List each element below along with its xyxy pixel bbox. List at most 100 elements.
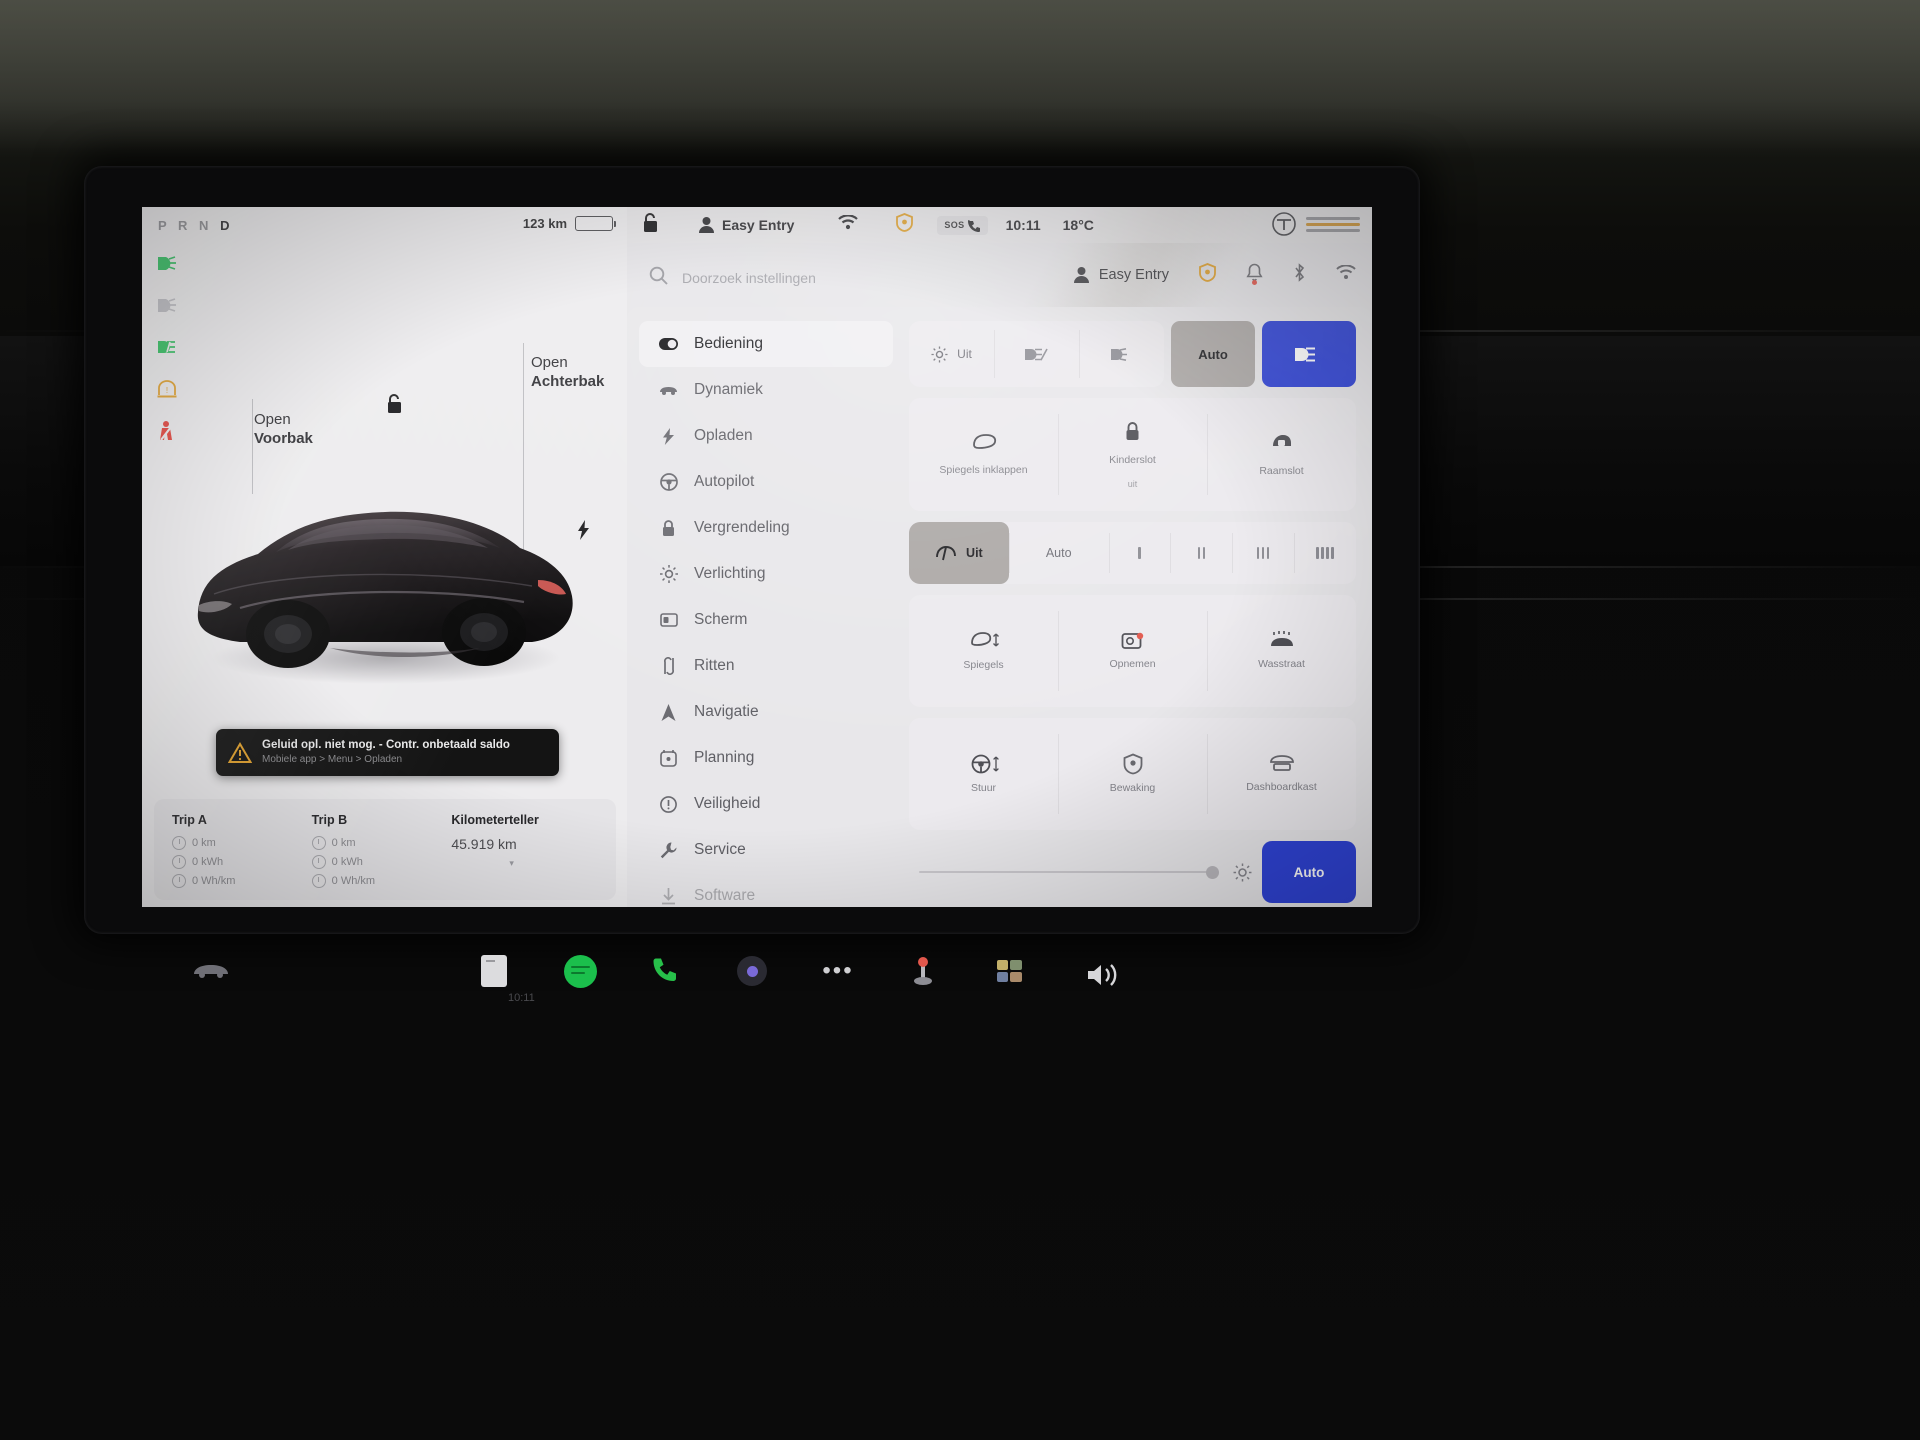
open-hood-label[interactable]: Open Voorbak: [254, 410, 313, 448]
warning-toast[interactable]: Geluid opl. niet mog. - Contr. onbetaald…: [216, 729, 559, 776]
trip-b-row[interactable]: 0 km: [311, 836, 452, 850]
dock-apps-icon[interactable]: [993, 954, 1027, 988]
search-input[interactable]: Doorzoek instellingen: [682, 270, 816, 286]
sidebar-item-vergrendeling[interactable]: Vergrendeling: [639, 505, 893, 551]
trip-a-row[interactable]: 0 km: [172, 836, 312, 850]
trip-b-row[interactable]: 0 kWh: [311, 855, 452, 869]
odometer-caret-icon[interactable]: ▾: [509, 858, 598, 869]
sidebar-label: Software: [694, 887, 756, 904]
window-lock-tile[interactable]: Raamslot: [1207, 398, 1356, 511]
dock-volume-icon[interactable]: [1086, 962, 1120, 993]
trip-reset-icon[interactable]: [172, 874, 186, 888]
sos-button[interactable]: SOS: [937, 215, 988, 235]
signal-bars-icon: [1306, 214, 1360, 235]
instrument-panel: P R N D 123 km ! Open Voorbak Open Achte…: [142, 207, 627, 907]
wiper-control-row: Uit Auto: [909, 522, 1356, 584]
vehicle-render[interactable]: [180, 462, 590, 692]
dock-card-icon[interactable]: [477, 954, 511, 988]
brightness-track[interactable]: [919, 865, 1219, 879]
sidebar-item-opladen[interactable]: Opladen: [639, 413, 893, 459]
mirrors-tile[interactable]: Spiegels: [909, 595, 1058, 707]
wiper-speed-4-button[interactable]: [1294, 522, 1356, 584]
trip-a-row[interactable]: 0 Wh/km: [172, 874, 312, 888]
mirror-fold-icon: [972, 433, 996, 449]
high-beam-button[interactable]: [1262, 321, 1356, 387]
wifi-icon[interactable]: [1336, 264, 1356, 285]
dock-more-icon[interactable]: •••: [821, 954, 855, 988]
trip-b-row[interactable]: 0 Wh/km: [311, 874, 452, 888]
low-beam-button[interactable]: [1079, 321, 1164, 387]
sidebar-item-software[interactable]: Software: [639, 873, 893, 907]
notifications-icon[interactable]: [1246, 263, 1263, 287]
tesla-touchscreen[interactable]: P R N D 123 km ! Open Voorbak Open Achte…: [142, 207, 1372, 907]
sidebar-item-navigatie[interactable]: Navigatie: [639, 689, 893, 735]
dashcam-record-tile[interactable]: Opnemen: [1058, 595, 1207, 707]
dock-car-icon[interactable]: [192, 960, 230, 985]
sidebar-item-service[interactable]: Service: [639, 827, 893, 873]
sidebar-label: Bediening: [694, 335, 763, 352]
car-wash-tile[interactable]: Wasstraat: [1207, 595, 1356, 707]
sentry-shield-icon[interactable]: [1199, 263, 1216, 287]
vehicle-lock-icon[interactable]: [641, 212, 660, 238]
profile-name: Easy Entry: [722, 217, 795, 233]
sidebar-label: Dynamiek: [694, 381, 763, 398]
toast-subtitle: Mobiele app > Menu > Opladen: [262, 754, 403, 765]
trip-a-row[interactable]: 0 kWh: [172, 855, 312, 869]
glovebox-label: Dashboardkast: [1246, 781, 1317, 793]
route-icon: [659, 657, 678, 675]
trip-reset-icon[interactable]: [311, 836, 326, 850]
brightness-icon: [1233, 863, 1252, 881]
sentry-shield-icon[interactable]: [896, 213, 914, 237]
wifi-icon[interactable]: [838, 214, 859, 235]
brightness-slider[interactable]: [909, 841, 1262, 903]
mirror-lock-tile-group: Spiegels inklappen Kinderslot uit Raamsl…: [909, 398, 1356, 511]
glovebox-tile[interactable]: Dashboardkast: [1207, 718, 1356, 830]
steering-adjust-tile[interactable]: Stuur: [909, 718, 1058, 830]
sidebar-item-bediening[interactable]: Bediening: [639, 321, 893, 367]
range-indicator: 123 km: [523, 216, 616, 231]
tesla-logo-icon[interactable]: [1272, 212, 1296, 236]
wiper-speed-1-button[interactable]: [1108, 522, 1171, 584]
parking-light-button[interactable]: [994, 321, 1079, 387]
brightness-auto-button[interactable]: Auto: [1262, 841, 1356, 903]
trip-reset-icon[interactable]: [172, 855, 186, 869]
wiper-off-button[interactable]: Uit: [909, 522, 1009, 584]
dock-clock: 10:11: [508, 992, 535, 1004]
child-lock-tile[interactable]: Kinderslot uit: [1058, 398, 1207, 511]
high-beam-icon: [1295, 347, 1315, 361]
sidebar-item-veiligheid[interactable]: Veiligheid: [639, 781, 893, 827]
settings-search-row[interactable]: Doorzoek instellingen Easy Entry: [627, 255, 1372, 301]
brightness-knob[interactable]: [1206, 865, 1219, 879]
dock-camera-icon[interactable]: [735, 954, 769, 988]
sidebar-item-verlichting[interactable]: Verlichting: [639, 551, 893, 597]
controls-pane: Uit Auto Spiegels inklappen Kinderslot u…: [905, 307, 1372, 907]
bluetooth-icon[interactable]: [1293, 263, 1306, 287]
wiper-speed-2-button[interactable]: [1170, 522, 1232, 584]
sidebar-item-autopilot[interactable]: Autopilot: [639, 459, 893, 505]
fold-mirrors-tile[interactable]: Spiegels inklappen: [909, 398, 1058, 511]
trip-reset-icon[interactable]: [172, 836, 186, 850]
unlock-icon[interactable]: [385, 393, 403, 420]
wiper-speed-3-button[interactable]: [1232, 522, 1294, 584]
sidebar-item-ritten[interactable]: Ritten: [639, 643, 893, 689]
sidebar-item-scherm[interactable]: Scherm: [639, 597, 893, 643]
settings-panel: Easy Entry SOS 10:11 18°C Doorzoek inste…: [627, 207, 1372, 907]
trip-odometer-card[interactable]: Trip A 0 km 0 kWh 0 Wh/km Trip B 0 km 0 …: [154, 799, 616, 900]
driver-profile[interactable]: Easy Entry: [698, 216, 794, 234]
lights-off-button[interactable]: Uit: [909, 321, 994, 387]
trip-reset-icon[interactable]: [311, 874, 326, 888]
dock-spotify-icon[interactable]: [563, 954, 597, 988]
sidebar-item-dynamiek[interactable]: Dynamiek: [639, 367, 893, 413]
sidebar-item-planning[interactable]: Planning: [639, 735, 893, 781]
trip-reset-icon[interactable]: [311, 855, 326, 869]
sidebar-label: Scherm: [694, 611, 748, 628]
wiper-auto-button[interactable]: Auto: [1008, 522, 1109, 584]
open-trunk-label[interactable]: Open Achterbak: [531, 353, 604, 391]
dock-joystick-icon[interactable]: [907, 954, 941, 988]
lights-auto-button[interactable]: Auto: [1171, 321, 1255, 387]
sentry-mode-tile[interactable]: Bewaking: [1058, 718, 1207, 830]
dashcam-record-label: Opnemen: [1109, 658, 1156, 670]
child-lock-state: uit: [1127, 478, 1138, 489]
dock-phone-icon[interactable]: [649, 954, 683, 988]
settings-profile[interactable]: Easy Entry: [1073, 266, 1169, 284]
